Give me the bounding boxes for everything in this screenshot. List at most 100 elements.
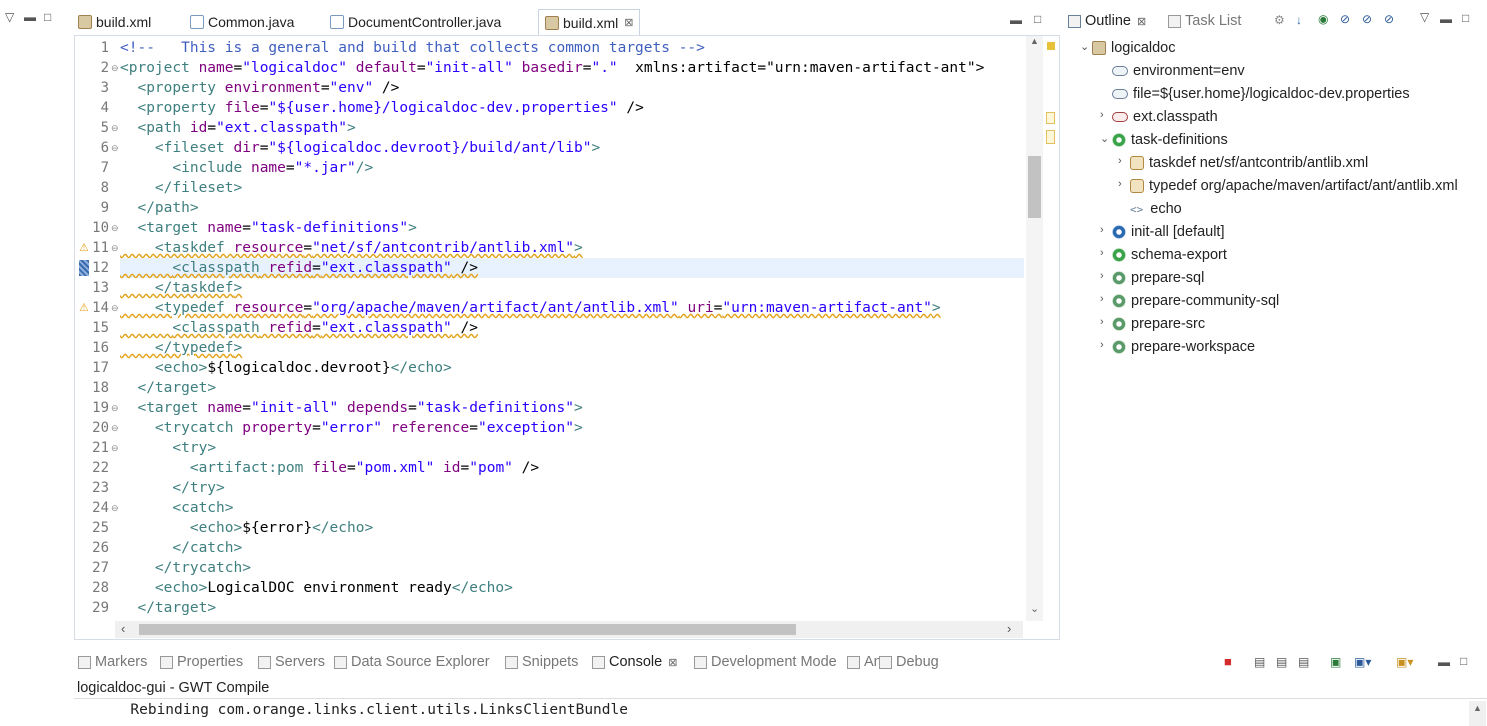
chevron-right-icon[interactable]: › xyxy=(1100,293,1104,305)
code-line[interactable]: <echo>${logicaldoc.devroot}</echo> xyxy=(120,358,452,378)
minimize-icon[interactable]: ▬ xyxy=(1438,655,1450,669)
outline-item[interactable]: schema-export xyxy=(1112,244,1227,266)
chevron-right-icon[interactable]: › xyxy=(1100,224,1104,236)
scroll-lock-icon[interactable]: ▤ xyxy=(1298,655,1309,669)
outline-item[interactable]: prepare-workspace xyxy=(1112,336,1255,358)
code-line[interactable]: <target name="task-definitions"> xyxy=(120,218,416,238)
code-line[interactable]: </target> xyxy=(120,598,216,618)
outline-item[interactable]: <> echo xyxy=(1130,198,1182,220)
pin-console-icon[interactable]: ▣ xyxy=(1330,655,1341,669)
code-line[interactable]: <include name="*.jar"/> xyxy=(120,158,373,178)
fold-toggle-icon[interactable]: ⊖ xyxy=(111,218,119,238)
chevron-right-icon[interactable]: › xyxy=(1100,247,1104,259)
tab-development-mode[interactable]: Development Mode xyxy=(694,650,837,674)
xml-editor[interactable]: 1 2 ⊖ 3 4 5 ⊖ 6 ⊖ 7 8 9 10 ⊖ 11 ⊖ ⚠ 12 13 14 ⊖ ⚠ 15 16 17 18 19 ⊖ 20… xyxy=(74,35,1060,640)
code-line[interactable]: <artifact:pom file="pom.xml" id="pom" /> xyxy=(120,458,539,478)
code-line[interactable]: <try> xyxy=(120,438,216,458)
remove-launch-icon[interactable]: ▤ xyxy=(1254,655,1265,669)
scroll-down-icon[interactable]: ⌄ xyxy=(1030,602,1039,615)
fold-toggle-icon[interactable]: ⊖ xyxy=(111,238,119,258)
vertical-scroll-thumb[interactable] xyxy=(1028,156,1041,218)
terminate-icon[interactable]: ■ xyxy=(1224,655,1232,669)
warning-icon[interactable]: ⚠ xyxy=(79,298,89,318)
code-line[interactable]: <echo>${error}</echo> xyxy=(120,518,373,538)
chevron-right-icon[interactable]: › xyxy=(1100,109,1104,121)
code-line[interactable]: </taskdef> xyxy=(120,278,242,298)
outline-item[interactable]: logicaldoc xyxy=(1092,37,1176,59)
tab-console[interactable]: Console ⊠ xyxy=(592,650,677,674)
fold-toggle-icon[interactable]: ⊖ xyxy=(111,498,119,518)
tab-debug[interactable]: Debug xyxy=(879,650,939,674)
outline-item[interactable]: taskdef net/sf/antcontrib/antlib.xml xyxy=(1130,152,1368,174)
code-line[interactable]: <classpath refid="ext.classpath" /> xyxy=(120,258,1024,278)
outline-item[interactable]: prepare-src xyxy=(1112,313,1205,335)
scroll-left-icon[interactable]: ‹ xyxy=(121,621,125,636)
chevron-right-icon[interactable]: › xyxy=(1100,316,1104,328)
scroll-up-icon[interactable]: ▲ xyxy=(1473,703,1482,713)
scroll-up-icon[interactable]: ▲ xyxy=(1030,36,1039,46)
minimize-editor-icon[interactable]: ▬ xyxy=(1010,13,1022,27)
hide-imported-icon[interactable]: ⊘ xyxy=(1362,12,1372,26)
warning-marker[interactable] xyxy=(1046,112,1055,124)
outline-item[interactable]: task-definitions xyxy=(1112,129,1228,151)
chevron-down-icon[interactable]: ⌄ xyxy=(1100,132,1109,145)
fold-toggle-icon[interactable]: ⊖ xyxy=(111,58,119,78)
horizontal-scrollbar[interactable]: ‹ › xyxy=(115,621,1023,638)
outline-item[interactable]: environment=env xyxy=(1112,60,1245,82)
tab-properties[interactable]: Properties xyxy=(160,650,243,674)
maximize-icon[interactable]: □ xyxy=(1462,11,1469,25)
code-line[interactable]: <target name="init-all" depends="task-de… xyxy=(120,398,582,418)
console-scrollbar[interactable]: ▲ xyxy=(1469,701,1486,726)
code-line[interactable]: </try> xyxy=(120,478,224,498)
code-line[interactable]: </path> xyxy=(120,198,198,218)
maximize-icon[interactable]: □ xyxy=(1460,654,1467,668)
fold-toggle-icon[interactable]: ⊖ xyxy=(111,118,119,138)
code-line[interactable]: <catch> xyxy=(120,498,233,518)
code-line[interactable]: <path id="ext.classpath"> xyxy=(120,118,355,138)
chevron-right-icon[interactable]: › xyxy=(1100,270,1104,282)
clear-console-icon[interactable]: ▤ xyxy=(1276,655,1287,669)
code-line[interactable]: <fileset dir="${logicaldoc.devroot}/buil… xyxy=(120,138,600,158)
warning-icon[interactable]: ⚠ xyxy=(79,238,89,258)
outline-item[interactable]: prepare-community-sql xyxy=(1112,290,1279,312)
code-line[interactable]: </target> xyxy=(120,378,216,398)
warning-marker[interactable] xyxy=(1046,130,1055,144)
code-line[interactable]: <property environment="env" /> xyxy=(120,78,399,98)
hide-properties-icon[interactable]: ⚙ xyxy=(1274,13,1285,27)
close-tab-icon[interactable]: ⊠ xyxy=(624,16,633,29)
code-area[interactable]: <!-- This is a general and build that co… xyxy=(120,36,1024,621)
close-tab-icon[interactable]: ⊠ xyxy=(1137,15,1146,28)
fold-toggle-icon[interactable]: ⊖ xyxy=(111,138,119,158)
minimize-icon[interactable]: ▬ xyxy=(24,10,36,24)
tab-snippets[interactable]: Snippets xyxy=(505,650,578,674)
fold-toggle-icon[interactable]: ⊖ xyxy=(111,398,119,418)
vertical-scrollbar[interactable]: ▲ ⌄ xyxy=(1026,36,1043,621)
tab-data-source-explorer[interactable]: Data Source Explorer xyxy=(334,650,490,674)
chevron-right-icon[interactable]: › xyxy=(1100,339,1104,351)
editor-tab-build-xml[interactable]: build.xml xyxy=(78,9,151,35)
open-console-icon[interactable]: ▣▾ xyxy=(1396,655,1413,669)
maximize-editor-icon[interactable]: □ xyxy=(1034,12,1041,26)
sort-icon[interactable]: ↓ xyxy=(1296,13,1302,27)
view-menu-icon[interactable]: ▽ xyxy=(1420,10,1429,24)
code-line[interactable]: </typedef> xyxy=(120,338,242,358)
display-console-icon[interactable]: ▣▾ xyxy=(1354,655,1371,669)
scroll-right-icon[interactable]: › xyxy=(1007,621,1011,636)
link-editor-icon[interactable]: ⊘ xyxy=(1384,12,1394,26)
minimize-icon[interactable]: ▬ xyxy=(1440,12,1452,26)
warning-overview-marker[interactable] xyxy=(1047,42,1055,50)
maximize-icon[interactable]: □ xyxy=(44,10,51,24)
outline-item[interactable]: ext.classpath xyxy=(1112,106,1218,128)
horizontal-scroll-thumb[interactable] xyxy=(139,624,796,635)
editor-tab-documentcontroller-java[interactable]: DocumentController.java xyxy=(330,9,501,35)
tab-markers[interactable]: Markers xyxy=(78,650,147,674)
code-line[interactable]: </catch> xyxy=(120,538,242,558)
tab-servers[interactable]: Servers xyxy=(258,650,325,674)
minimize-icon[interactable]: ▽ xyxy=(5,10,14,24)
fold-toggle-icon[interactable]: ⊖ xyxy=(111,418,119,438)
code-line[interactable]: <taskdef resource="net/sf/antcontrib/ant… xyxy=(120,238,583,258)
chevron-down-icon[interactable]: ⌄ xyxy=(1080,40,1089,53)
chevron-right-icon[interactable]: › xyxy=(1118,155,1122,167)
close-tab-icon[interactable]: ⊠ xyxy=(668,656,677,669)
code-line[interactable]: <echo>LogicalDOC environment ready</echo… xyxy=(120,578,513,598)
